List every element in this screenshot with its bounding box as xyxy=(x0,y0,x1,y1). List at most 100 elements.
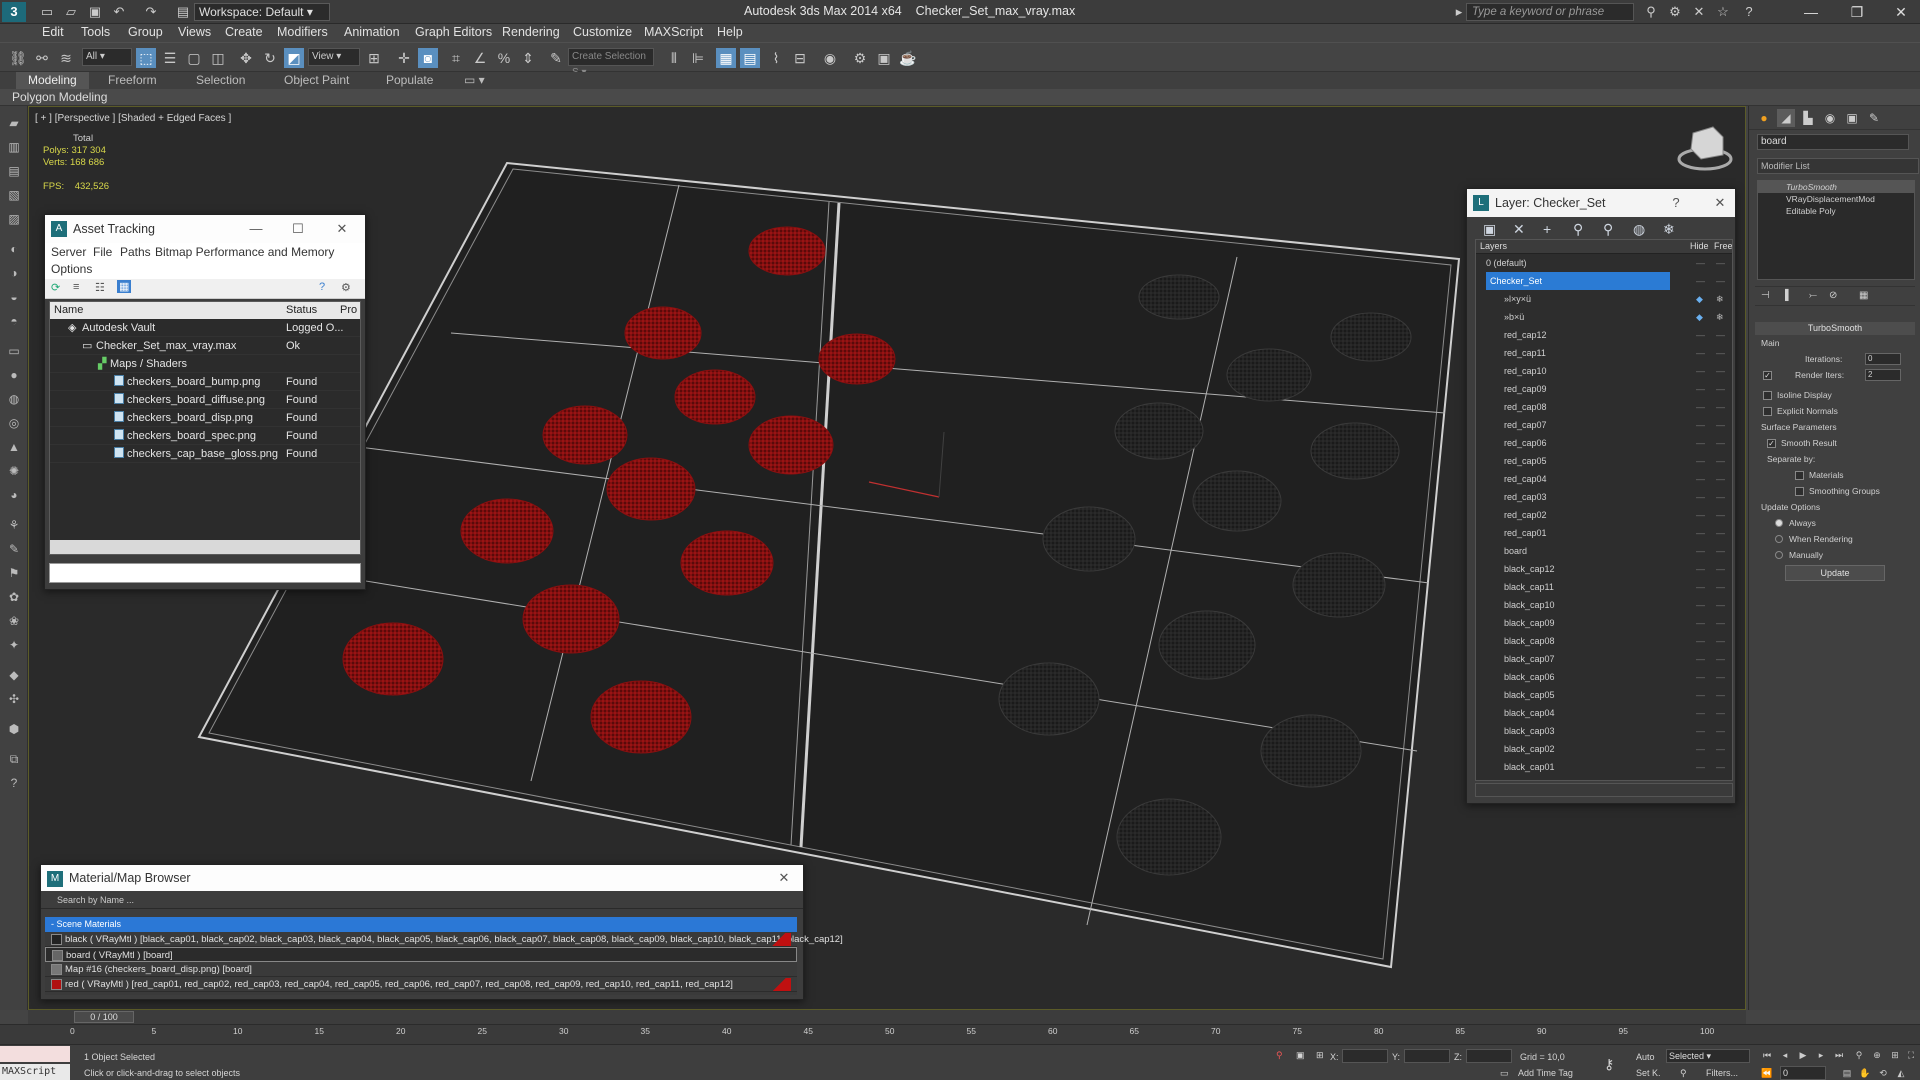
hide-toggle-icon[interactable]: — xyxy=(1696,614,1705,632)
list-item[interactable]: black ( VRayMtl ) [black_cap01, black_ca… xyxy=(45,932,843,947)
horizontal-scrollbar[interactable] xyxy=(1475,783,1733,797)
help-icon[interactable]: ? xyxy=(1740,3,1758,21)
freeze-toggle-icon[interactable]: — xyxy=(1716,380,1725,398)
key-filter-dropdown[interactable]: Selected ▾ xyxy=(1666,1049,1750,1063)
spinner-snap-icon[interactable]: ⇕ xyxy=(518,48,538,68)
select-in-layer-icon[interactable]: ⚲ xyxy=(1573,221,1583,238)
layer-row[interactable]: 0 (default) — — xyxy=(1476,254,1732,272)
window-crossing-icon[interactable]: ◫ xyxy=(208,48,228,68)
app-menu-button[interactable]: 3 xyxy=(2,2,26,22)
time-slider[interactable]: 0 / 100 xyxy=(28,1010,1746,1024)
render-iters-spinner[interactable]: 2 xyxy=(1865,369,1901,381)
tool-icon-5[interactable]: ◑ xyxy=(5,264,23,282)
create-tab-icon[interactable]: ● xyxy=(1755,109,1773,127)
freeze-toggle-icon[interactable]: — xyxy=(1716,632,1725,650)
rotate-icon[interactable]: ↻ xyxy=(260,48,280,68)
maxscript-mini-listener[interactable]: MAXScript xyxy=(0,1064,70,1080)
close-icon[interactable]: ✕ xyxy=(769,865,799,891)
create-geometry-icon[interactable]: ▥ xyxy=(5,138,23,156)
delete-layer-icon[interactable]: ✕ xyxy=(1513,221,1525,238)
set-key-icon[interactable]: ⚲ xyxy=(1680,1068,1687,1079)
hide-toggle-icon[interactable]: — xyxy=(1696,704,1705,722)
freeze-toggle-icon[interactable]: — xyxy=(1716,578,1725,596)
hide-toggle-icon[interactable]: — xyxy=(1696,344,1705,362)
add-time-tag-icon[interactable]: ▭ xyxy=(1500,1068,1509,1079)
hide-toggle-icon[interactable]: — xyxy=(1696,740,1705,758)
layer-row[interactable]: black_cap09 — — xyxy=(1476,614,1732,632)
hide-toggle-icon[interactable]: — xyxy=(1696,650,1705,668)
undo-icon[interactable]: ↶ xyxy=(110,3,128,21)
list-item[interactable]: red ( VRayMtl ) [red_cap01, red_cap02, r… xyxy=(45,977,797,992)
torus-primitive-icon[interactable]: ◎ xyxy=(5,414,23,432)
layer-row[interactable]: black_cap01 — — xyxy=(1476,758,1732,776)
layer-row[interactable]: red_cap09 — — xyxy=(1476,380,1732,398)
freeze-toggle-icon[interactable]: — xyxy=(1716,722,1725,740)
list-item[interactable]: board ( VRayMtl ) [board] xyxy=(45,947,797,962)
orbit-icon[interactable]: ⟲ xyxy=(1876,1066,1890,1080)
go-to-end-icon[interactable]: ⏭ xyxy=(1832,1048,1846,1062)
tool-icon-17[interactable]: ⧉ xyxy=(5,750,23,768)
selection-filter-dropdown[interactable]: All ▾ xyxy=(82,48,132,66)
z-coordinate-field[interactable] xyxy=(1466,1049,1512,1063)
align-icon[interactable]: ⊫ xyxy=(688,48,708,68)
layer-explorer-icon[interactable]: ▤ xyxy=(740,48,760,68)
hide-toggle-icon[interactable]: — xyxy=(1696,524,1705,542)
tool-icon-13[interactable]: ✦ xyxy=(5,636,23,654)
menu-maxscript[interactable]: MAXScript xyxy=(644,25,703,39)
table-row[interactable]: checkers_board_diffuse.png Found xyxy=(50,391,360,409)
hide-toggle-icon[interactable]: — xyxy=(1696,326,1705,344)
subscription-icon[interactable]: ⚙ xyxy=(1666,3,1684,21)
go-to-start-icon[interactable]: ⏮ xyxy=(1760,1048,1774,1062)
layer-row[interactable]: red_cap12 — — xyxy=(1476,326,1732,344)
teapot-icon[interactable]: ◕ xyxy=(5,486,23,504)
remove-modifier-icon[interactable]: ⊘ xyxy=(1829,290,1837,301)
configure-sets-icon[interactable]: ▦ xyxy=(1859,290,1868,301)
track-bar[interactable]: 0 5 10 15 20 25 30 35 40 45 50 55 60 65 70 75 80 85 90 95 10… xyxy=(0,1024,1920,1044)
freeze-toggle-icon[interactable]: — xyxy=(1716,524,1725,542)
layer-row[interactable]: red_cap05 — — xyxy=(1476,452,1732,470)
menu-customize[interactable]: Customize xyxy=(573,25,632,39)
hide-toggle-icon[interactable]: — xyxy=(1696,434,1705,452)
stack-item[interactable]: Editable Poly xyxy=(1758,205,1914,217)
tool-icon-7[interactable]: ◓ xyxy=(5,312,23,330)
render-production-icon[interactable]: ☕ xyxy=(898,48,918,68)
col-name[interactable]: Name xyxy=(54,302,83,319)
layer-row[interactable]: red_cap07 — — xyxy=(1476,416,1732,434)
freeze-toggle-icon[interactable]: — xyxy=(1716,326,1725,344)
tool-icon-1[interactable]: ▤ xyxy=(5,162,23,180)
stack-item[interactable]: VRayDisplacementMod xyxy=(1758,193,1914,205)
viewport-label[interactable]: [ + ] [Perspective ] [Shaded + Edged Fac… xyxy=(35,113,231,124)
scene-explorer-icon[interactable]: ▦ xyxy=(716,48,736,68)
hide-toggle-icon[interactable]: — xyxy=(1696,596,1705,614)
edit-named-selection-icon[interactable]: ✎ xyxy=(546,48,566,68)
cylinder-primitive-icon[interactable]: ◍ xyxy=(5,390,23,408)
layer-row[interactable]: black_cap04 — — xyxy=(1476,704,1732,722)
material-search-input[interactable]: Search by Name ... xyxy=(41,891,803,909)
highlight-layer-icon[interactable]: ⚲ xyxy=(1603,221,1613,238)
layer-row[interactable]: black_cap11 — — xyxy=(1476,578,1732,596)
named-selection-set-dropdown[interactable]: Create Selection S ▾ xyxy=(568,48,654,78)
freeze-toggle-icon[interactable]: — xyxy=(1716,470,1725,488)
always-radio[interactable] xyxy=(1775,519,1783,527)
curve-editor-icon[interactable]: ⌇ xyxy=(766,48,786,68)
time-slider-thumb[interactable]: 0 / 100 xyxy=(74,1011,134,1023)
object-name-field[interactable]: board xyxy=(1757,134,1909,150)
tool-icon-12[interactable]: ❀ xyxy=(5,612,23,630)
layer-window-titlebar[interactable]: L Layer: Checker_Set ? ✕ xyxy=(1467,189,1735,217)
mirror-icon[interactable]: ⫴ xyxy=(664,48,684,68)
layer-row[interactable]: red_cap10 — — xyxy=(1476,362,1732,380)
tool-icon-11[interactable]: ✿ xyxy=(5,588,23,606)
freeze-toggle-icon[interactable]: — xyxy=(1716,434,1725,452)
minimize-icon[interactable]: — xyxy=(241,215,271,243)
keyword-search-input[interactable]: Type a keyword or phrase xyxy=(1466,3,1634,21)
show-end-result-icon[interactable]: ▌ xyxy=(1785,290,1792,301)
freeze-toggle-icon[interactable]: — xyxy=(1716,668,1725,686)
layer-row[interactable]: black_cap08 — — xyxy=(1476,632,1732,650)
table-row[interactable]: checkers_board_spec.png Found xyxy=(50,427,360,445)
tool-icon-8[interactable]: ⚘ xyxy=(5,516,23,534)
tool-icon-16[interactable]: ⬢ xyxy=(5,720,23,738)
close-icon[interactable]: ✕ xyxy=(1884,1,1918,23)
pin-stack-icon[interactable]: ⊣ xyxy=(1761,290,1770,301)
light-icon[interactable]: ✺ xyxy=(5,462,23,480)
menu-modifiers[interactable]: Modifiers xyxy=(277,25,328,39)
